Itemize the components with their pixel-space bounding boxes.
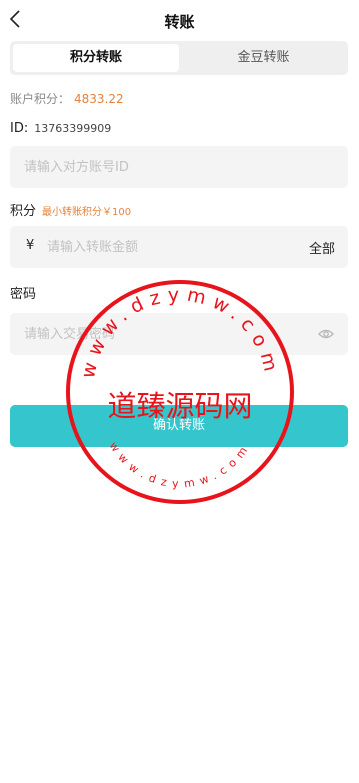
min-transfer-hint: 最小转账积分￥100	[42, 207, 132, 218]
transfer-page: 转账 积分转账 金豆转账 账户积分： 4833.22 ID: 13763399909…	[0, 0, 359, 783]
watermark-stamp: www.dzymw.com 道臻源码网 www.dzymw.com	[66, 280, 294, 504]
balance-label: 账户积分：	[10, 92, 71, 106]
currency-symbol: ¥	[26, 238, 35, 253]
header: 转账	[0, 0, 359, 40]
account-id-label: ID:	[10, 121, 29, 136]
transfer-tabs: 积分转账 金豆转账	[10, 41, 348, 75]
recipient-id-input[interactable]	[24, 146, 334, 188]
password-label: 密码	[10, 287, 37, 302]
eye-icon[interactable]	[318, 327, 334, 341]
page-title: 转账	[164, 13, 195, 31]
recipient-field	[10, 146, 348, 188]
account-id-value: 13763399909	[34, 122, 112, 135]
password-field	[10, 313, 348, 355]
tab-points-transfer[interactable]: 积分转账	[13, 44, 179, 72]
watermark-bottom-text: www.dzymw.com	[107, 440, 248, 491]
balance-row: 账户积分： 4833.22	[10, 90, 124, 107]
svg-text:www.dzymw.com: www.dzymw.com	[107, 440, 254, 491]
balance-value: 4833.22	[74, 92, 124, 106]
amount-field: ¥ 全部	[10, 226, 348, 268]
confirm-transfer-button[interactable]: 确认转账	[10, 405, 348, 447]
account-id-row: ID: 13763399909	[10, 121, 111, 136]
tab-beans-transfer[interactable]: 金豆转账	[182, 44, 345, 72]
amount-input[interactable]	[47, 226, 297, 268]
password-input[interactable]	[24, 313, 304, 355]
points-label-row: 积分 最小转账积分￥100	[10, 200, 131, 219]
points-label: 积分	[10, 204, 37, 219]
all-amount-button[interactable]: 全部	[309, 238, 335, 257]
